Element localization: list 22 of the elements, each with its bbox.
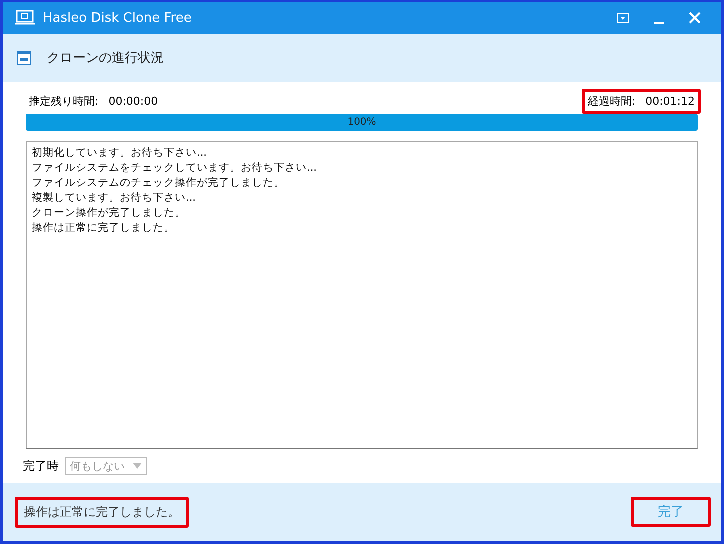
page-title: クローンの進行状況	[47, 50, 164, 67]
finish-button[interactable]: 完了	[631, 497, 711, 527]
log-line: 操作は正常に完了しました。	[32, 221, 175, 236]
window-title: Hasleo Disk Clone Free	[43, 10, 193, 26]
close-icon	[689, 12, 701, 24]
status-message: 操作は正常に完了しました。	[15, 496, 189, 528]
log-line: ファイルシステムのチェック操作が完了しました。	[32, 176, 285, 191]
log-line: ファイルシステムをチェックしています。お待ち下さい...	[32, 161, 318, 176]
elapsed-label: 経過時間:	[588, 94, 636, 108]
progress-label: 100%	[348, 116, 376, 130]
log-line: 複製しています。お待ち下さい...	[32, 191, 196, 206]
monitor-icon	[15, 10, 35, 26]
log-line: 初期化しています。お待ち下さい...	[32, 146, 208, 161]
remaining-value: 00:00:00	[108, 94, 158, 108]
window-icon	[17, 51, 31, 65]
log-line: クローン操作が完了しました。	[32, 206, 186, 221]
on-complete-label: 完了時	[23, 458, 59, 474]
elapsed-value: 00:01:12	[646, 94, 695, 108]
caret-icon	[133, 463, 142, 469]
dropdown-icon	[617, 13, 629, 23]
minimize-icon	[654, 22, 664, 24]
remaining-label: 推定残り時間:	[29, 94, 99, 108]
